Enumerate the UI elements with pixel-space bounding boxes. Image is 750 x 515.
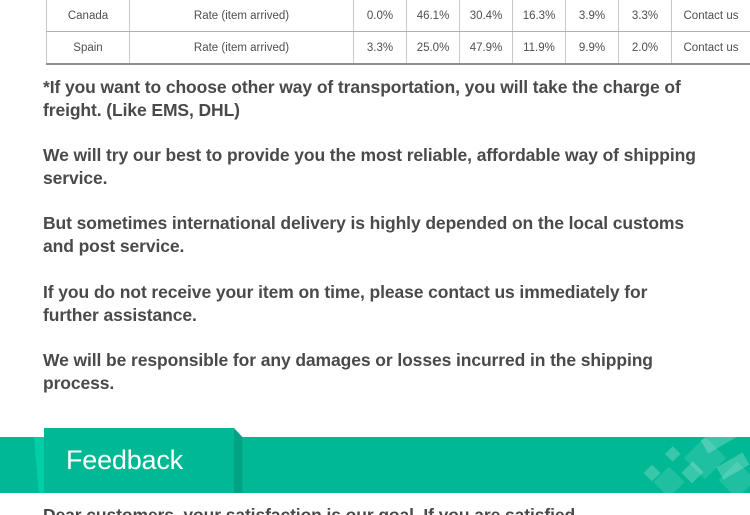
cell-percent-5: 9.9%: [565, 31, 619, 65]
feedback-body-cutoff: Dear customers, your satisfaction is our…: [43, 504, 698, 515]
cell-percent-2: 46.1%: [406, 0, 460, 32]
cell-percent-6: 2.0%: [618, 31, 672, 65]
cell-percent-5: 3.9%: [565, 0, 619, 32]
shipping-rate-table: Canada Rate (item arrived) 0.0% 46.1% 30…: [46, 0, 750, 65]
feedback-tab: Feedback: [34, 428, 243, 493]
policy-paragraph-2: But sometimes international delivery is …: [43, 213, 685, 257]
rates-table-body: Canada Rate (item arrived) 0.0% 46.1% 30…: [46, 0, 750, 65]
cell-percent-3: 30.4%: [459, 0, 513, 32]
cell-country: Canada: [46, 0, 130, 32]
cell-percent-1: 0.0%: [353, 0, 407, 32]
contact-us-link[interactable]: Contact us: [671, 0, 750, 32]
table-row: Spain Rate (item arrived) 3.3% 25.0% 47.…: [46, 31, 750, 65]
cell-percent-2: 25.0%: [406, 31, 460, 65]
rates-table: Canada Rate (item arrived) 0.0% 46.1% 30…: [46, 0, 750, 65]
policy-paragraph-1: We will try our best to provide you the …: [43, 145, 696, 189]
cell-percent-6: 3.3%: [618, 0, 672, 32]
cell-percent-4: 16.3%: [512, 0, 566, 32]
feedback-body-text: Dear customers, your satisfaction is our…: [43, 505, 576, 515]
diamond-pattern-decoration: [643, 437, 750, 493]
cell-percent-4: 11.9%: [512, 31, 566, 65]
feedback-title: Feedback: [66, 445, 183, 475]
policy-paragraph-3: If you do not receive your item on time,…: [43, 281, 648, 325]
cell-percent-3: 47.9%: [459, 31, 513, 65]
policy-paragraph-4: We will be responsible for any damages o…: [43, 349, 653, 393]
shipping-policy-copy: *If you want to choose other way of tran…: [43, 76, 698, 395]
cell-country: Spain: [46, 31, 130, 65]
table-row: Canada Rate (item arrived) 0.0% 46.1% 30…: [46, 0, 750, 32]
cell-method: Rate (item arrived): [129, 0, 354, 32]
contact-us-link[interactable]: Contact us: [671, 31, 750, 65]
cell-percent-1: 3.3%: [353, 31, 407, 65]
freight-note: *If you want to choose other way of tran…: [43, 77, 681, 121]
cell-method: Rate (item arrived): [129, 31, 354, 65]
